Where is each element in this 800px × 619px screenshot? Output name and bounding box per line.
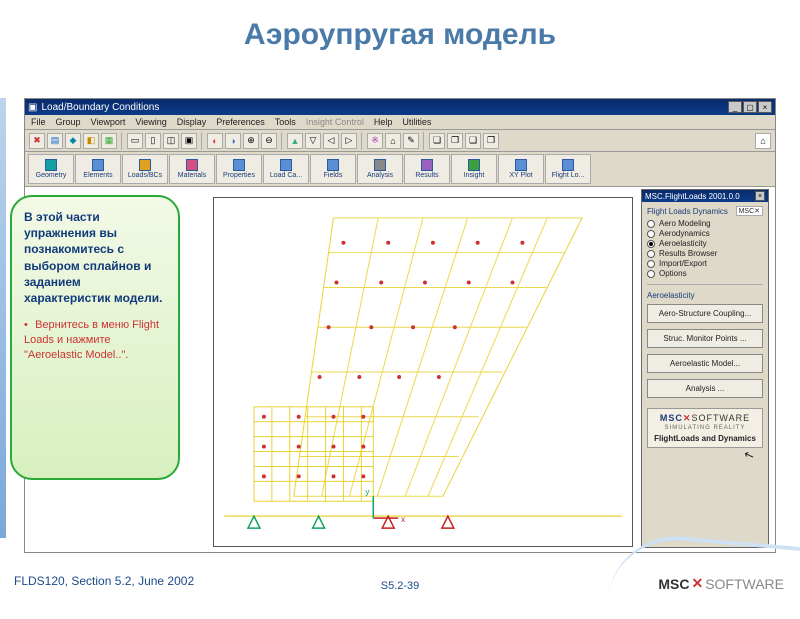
toolbar: ✖ ▤ ◆ ◧ ▦ ▭ ▯ ◫ ▣ ◐ ◑ ⊕ ⊖ ▲ ▽ ◁ ▷ ※ ⌂ ✎ … [25,130,775,152]
tab-loadcases[interactable]: Load Ca... [263,154,309,184]
radio-options[interactable]: Options [647,269,763,278]
radio-import-export[interactable]: Import/Export [647,259,763,268]
menu-item[interactable]: Help [374,117,393,127]
radio-aerodynamics[interactable]: Aerodynamics [647,229,763,238]
tool-button[interactable]: ▯ [145,133,161,149]
menu-item[interactable]: Tools [275,117,296,127]
menu-item[interactable]: Viewing [135,117,166,127]
panel-logo: MSC✕SOFTWARE SIMULATING REALITY FlightLo… [647,408,763,448]
instruction-callout: В этой части упражнения вы познакомитесь… [10,195,180,480]
radio-aero-modeling[interactable]: Aero Modeling [647,219,763,228]
tab-flightloads[interactable]: Flight Lo... [545,154,591,184]
tool-button[interactable]: ◧ [83,133,99,149]
slide-accent-bar [0,98,6,538]
wing-mesh-icon: x y [214,198,632,546]
tab-analysis[interactable]: Analysis [357,154,403,184]
footer-left: FLDS120, Section 5.2, June 2002 [14,574,194,588]
panel-close-icon[interactable]: × [755,191,765,201]
maximize-button[interactable]: ▢ [743,101,757,113]
tab-elements[interactable]: Elements [75,154,121,184]
instruction-text: В этой части упражнения вы познакомитесь… [24,209,166,306]
menu-item[interactable]: Display [177,117,207,127]
tool-button[interactable]: ※ [367,133,383,149]
menu-item[interactable]: Group [56,117,81,127]
tab-loads-bcs[interactable]: Loads/BCs [122,154,168,184]
aeroelastic-model-button[interactable]: Aeroelastic Model... [647,354,763,373]
section-label: Aeroelasticity [647,291,763,300]
window-titlebar: ▣ Load/Boundary Conditions _ ▢ × [25,99,775,115]
tool-button[interactable]: ◐ [207,133,223,149]
analysis-button[interactable]: Analysis ... [647,379,763,398]
instruction-step: • Вернитесь в меню Flight Loads и нажмит… [24,318,166,363]
tab-xyplot[interactable]: XY Plot [498,154,544,184]
menu-item[interactable]: Viewport [91,117,126,127]
menu-item-disabled: Insight Control [306,117,364,127]
msc-badge-icon: MSC✕ [736,206,763,216]
menu-item[interactable]: Utilities [402,117,431,127]
tool-button[interactable]: ▽ [305,133,321,149]
tool-button[interactable]: ⊖ [261,133,277,149]
home-icon[interactable]: ⌂ [755,133,771,149]
window-controls: _ ▢ × [728,101,772,113]
panel-titlebar: MSC.FlightLoads 2001.0.0 × [642,190,768,202]
tool-button[interactable]: ❏ [429,133,445,149]
tool-button[interactable]: ⊕ [243,133,259,149]
svg-text:y: y [365,487,369,496]
tab-insight[interactable]: Insight [451,154,497,184]
tool-button[interactable]: ▣ [181,133,197,149]
tool-button[interactable]: ▦ [101,133,117,149]
tool-button[interactable]: ▲ [287,133,303,149]
footer-page-number: S5.2-39 [381,580,420,592]
minimize-button[interactable]: _ [728,101,742,113]
tab-materials[interactable]: Materials [169,154,215,184]
tab-fields[interactable]: Fields [310,154,356,184]
tab-properties[interactable]: Properties [216,154,262,184]
module-tabs: Geometry Elements Loads/BCs Materials Pr… [25,152,775,187]
struc-monitor-points-button[interactable]: Struc. Monitor Points ... [647,329,763,348]
tool-button[interactable]: ▤ [47,133,63,149]
tool-button[interactable]: ▭ [127,133,143,149]
tool-button[interactable]: ✖ [29,133,45,149]
menu-item[interactable]: File [31,117,46,127]
tool-button[interactable]: ◁ [323,133,339,149]
model-viewport[interactable]: x y [213,197,633,547]
menu-bar: File Group Viewport Viewing Display Pref… [25,115,775,130]
tool-button[interactable]: ✎ [403,133,419,149]
svg-text:x: x [401,515,405,524]
tool-button[interactable]: ◑ [225,133,241,149]
tab-geometry[interactable]: Geometry [28,154,74,184]
panel-heading: Flight Loads Dynamics [647,207,728,216]
radio-results-browser[interactable]: Results Browser [647,249,763,258]
aero-structure-coupling-button[interactable]: Aero-Structure Coupling... [647,304,763,323]
tool-button[interactable]: ◆ [65,133,81,149]
tool-button[interactable]: ◫ [163,133,179,149]
app-icon: ▣ [28,102,37,113]
tool-button[interactable]: ❒ [483,133,499,149]
tool-button[interactable]: ⌂ [385,133,401,149]
window-title: Load/Boundary Conditions [41,102,159,113]
tool-button[interactable]: ▷ [341,133,357,149]
flightloads-panel: MSC.FlightLoads 2001.0.0 × Flight Loads … [641,189,769,548]
menu-item[interactable]: Preferences [216,117,265,127]
radio-aeroelasticity[interactable]: Aeroelasticity [647,239,763,248]
tool-button[interactable]: ❐ [447,133,463,149]
footer-logo: MSC✕SOFTWARE [658,575,784,592]
tool-button[interactable]: ❑ [465,133,481,149]
close-button[interactable]: × [758,101,772,113]
slide-title: Аэроупругая модель [0,0,800,64]
tab-results[interactable]: Results [404,154,450,184]
panel-title: MSC.FlightLoads 2001.0.0 [645,192,740,201]
